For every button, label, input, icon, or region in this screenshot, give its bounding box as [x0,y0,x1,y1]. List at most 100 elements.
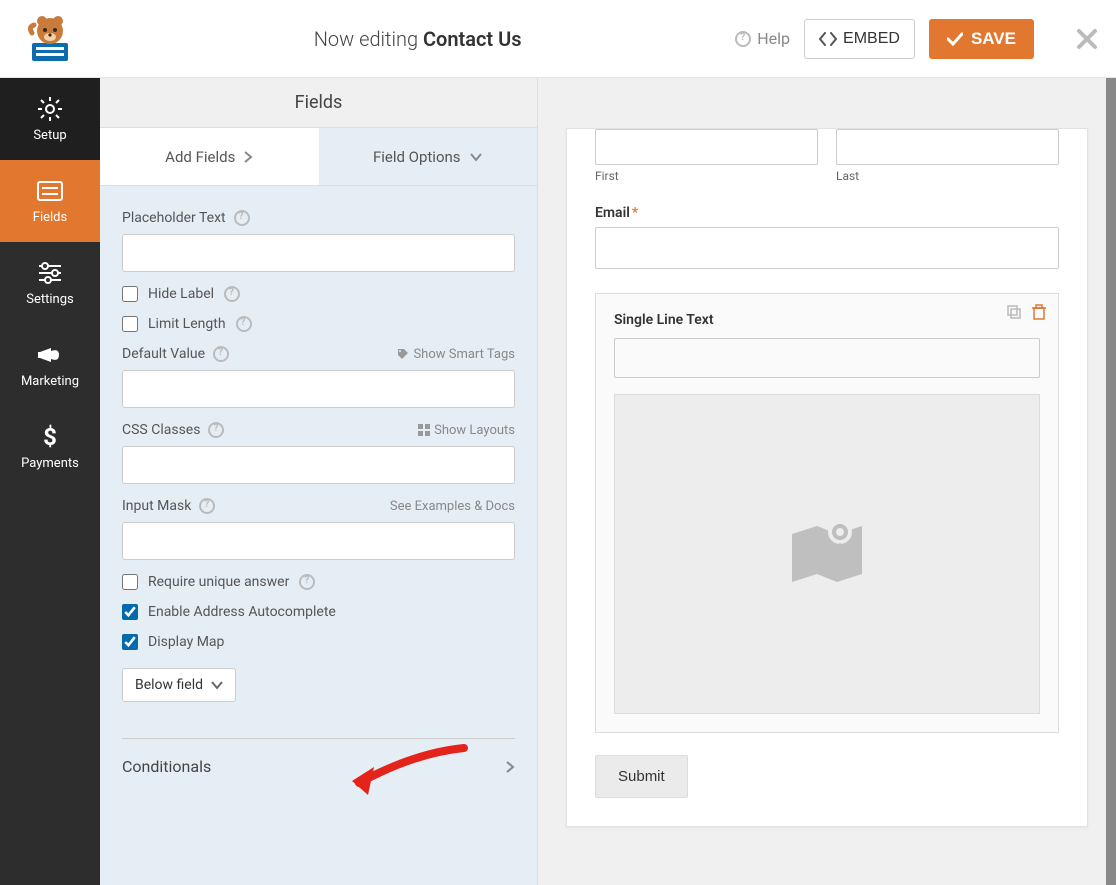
close-button[interactable] [1076,28,1098,50]
placeholder-text-label: Placeholder Text [122,210,226,226]
input-mask-label: Input Mask [122,498,191,514]
help-icon [735,31,751,47]
trash-icon [1032,304,1046,320]
sidebar-item-label: Setup [33,128,66,143]
gear-icon [37,96,63,122]
enable-autocomplete-checkbox[interactable] [122,604,138,620]
help-icon[interactable] [234,210,250,226]
editing-prefix: Now editing [314,27,423,51]
bear-logo-icon [24,13,76,65]
conditionals-section[interactable]: Conditionals [122,738,515,794]
help-icon[interactable] [199,498,215,514]
sidebar-item-label: Marketing [21,374,79,389]
limit-length-checkbox[interactable] [122,316,138,332]
scrollbar[interactable] [1106,78,1116,885]
last-name-input[interactable] [836,129,1059,165]
require-unique-label: Require unique answer [148,574,289,590]
grid-icon [418,424,430,436]
email-label-text: Email [595,205,630,221]
tab-label: Field Options [373,148,461,166]
tab-field-options[interactable]: Field Options [319,128,538,185]
smart-tags-label: Show Smart Tags [413,347,515,362]
chevron-down-icon [469,152,483,162]
default-value-label: Default Value [122,346,205,362]
main-area: Setup Fields Settings Marketing $ Paymen… [0,78,1116,885]
help-icon[interactable] [236,316,252,332]
submit-label: Submit [618,768,665,785]
map-placeholder [614,394,1040,714]
hide-label-row: Hide Label [122,286,515,302]
sliders-icon [37,260,63,286]
duplicate-button[interactable] [1006,304,1022,320]
sidebar-item-marketing[interactable]: Marketing [0,324,100,406]
hide-label-checkbox[interactable] [122,286,138,302]
require-unique-checkbox[interactable] [122,574,138,590]
sidebar-item-payments[interactable]: $ Payments [0,406,100,488]
show-smart-tags-link[interactable]: Show Smart Tags [397,347,515,362]
last-name-label: Last [836,169,1059,183]
email-label: Email* [595,205,1059,221]
name-row: First Last [595,129,1059,183]
left-panel: Fields Add Fields Field Options Placehol… [100,78,538,885]
code-icon [819,32,837,46]
enable-autocomplete-label: Enable Address Autocomplete [148,604,336,620]
sidebar: Setup Fields Settings Marketing $ Paymen… [0,78,100,885]
see-examples-link[interactable]: See Examples & Docs [390,499,515,514]
enable-autocomplete-row: Enable Address Autocomplete [122,604,515,620]
hide-label-label: Hide Label [148,286,214,302]
top-actions: Help EMBED SAVE [735,19,1098,59]
check-icon [947,32,963,46]
limit-length-row: Limit Length [122,316,515,332]
delete-button[interactable] [1032,304,1046,320]
app-logo [0,0,100,77]
required-asterisk: * [632,205,638,221]
submit-button[interactable]: Submit [595,755,688,798]
help-icon[interactable] [299,574,315,590]
help-link[interactable]: Help [735,29,790,48]
input-mask-input[interactable] [122,522,515,560]
close-icon [1076,28,1098,50]
panel-title: Fields [100,78,537,128]
single-line-label: Single Line Text [614,312,1040,328]
first-name-input[interactable] [595,129,818,165]
sidebar-item-fields[interactable]: Fields [0,160,100,242]
display-map-row: Display Map [122,634,515,650]
embed-label: EMBED [843,30,900,48]
help-icon[interactable] [213,346,229,362]
map-position-value: Below field [135,677,203,693]
copy-icon [1006,304,1022,320]
save-label: SAVE [971,29,1016,49]
form-preview: First Last Email* [566,128,1088,827]
help-icon[interactable] [208,422,224,438]
map-position-select[interactable]: Below field [122,668,236,702]
tab-add-fields[interactable]: Add Fields [100,128,319,185]
default-value-input[interactable] [122,370,515,408]
chevron-down-icon [211,680,223,690]
bullhorn-icon [37,342,63,368]
sidebar-item-settings[interactable]: Settings [0,242,100,324]
embed-button[interactable]: EMBED [804,19,915,59]
single-line-input[interactable] [614,338,1040,378]
panel-tabs: Add Fields Field Options [100,128,537,186]
form-preview-area: . First Last Email* [538,78,1116,885]
top-bar: Now editing Contact Us Help EMBED SAVE [0,0,1116,78]
conditionals-label: Conditionals [122,757,211,776]
field-actions [1006,304,1046,320]
tab-label: Add Fields [165,148,235,166]
see-examples-label: See Examples & Docs [390,499,515,514]
editing-title: Now editing Contact Us [100,27,735,51]
placeholder-text-input[interactable] [122,234,515,272]
show-layouts-label: Show Layouts [434,423,515,438]
save-button[interactable]: SAVE [929,19,1034,59]
limit-length-label: Limit Length [148,316,226,332]
sidebar-item-setup[interactable]: Setup [0,78,100,160]
show-layouts-link[interactable]: Show Layouts [418,423,515,438]
email-input[interactable] [595,227,1059,269]
single-line-field[interactable]: Single Line Text [595,293,1059,733]
help-icon[interactable] [224,286,240,302]
chevron-right-icon [505,760,515,774]
display-map-checkbox[interactable] [122,634,138,650]
list-icon [37,178,63,204]
css-classes-input[interactable] [122,446,515,484]
chevron-right-icon [243,151,253,163]
